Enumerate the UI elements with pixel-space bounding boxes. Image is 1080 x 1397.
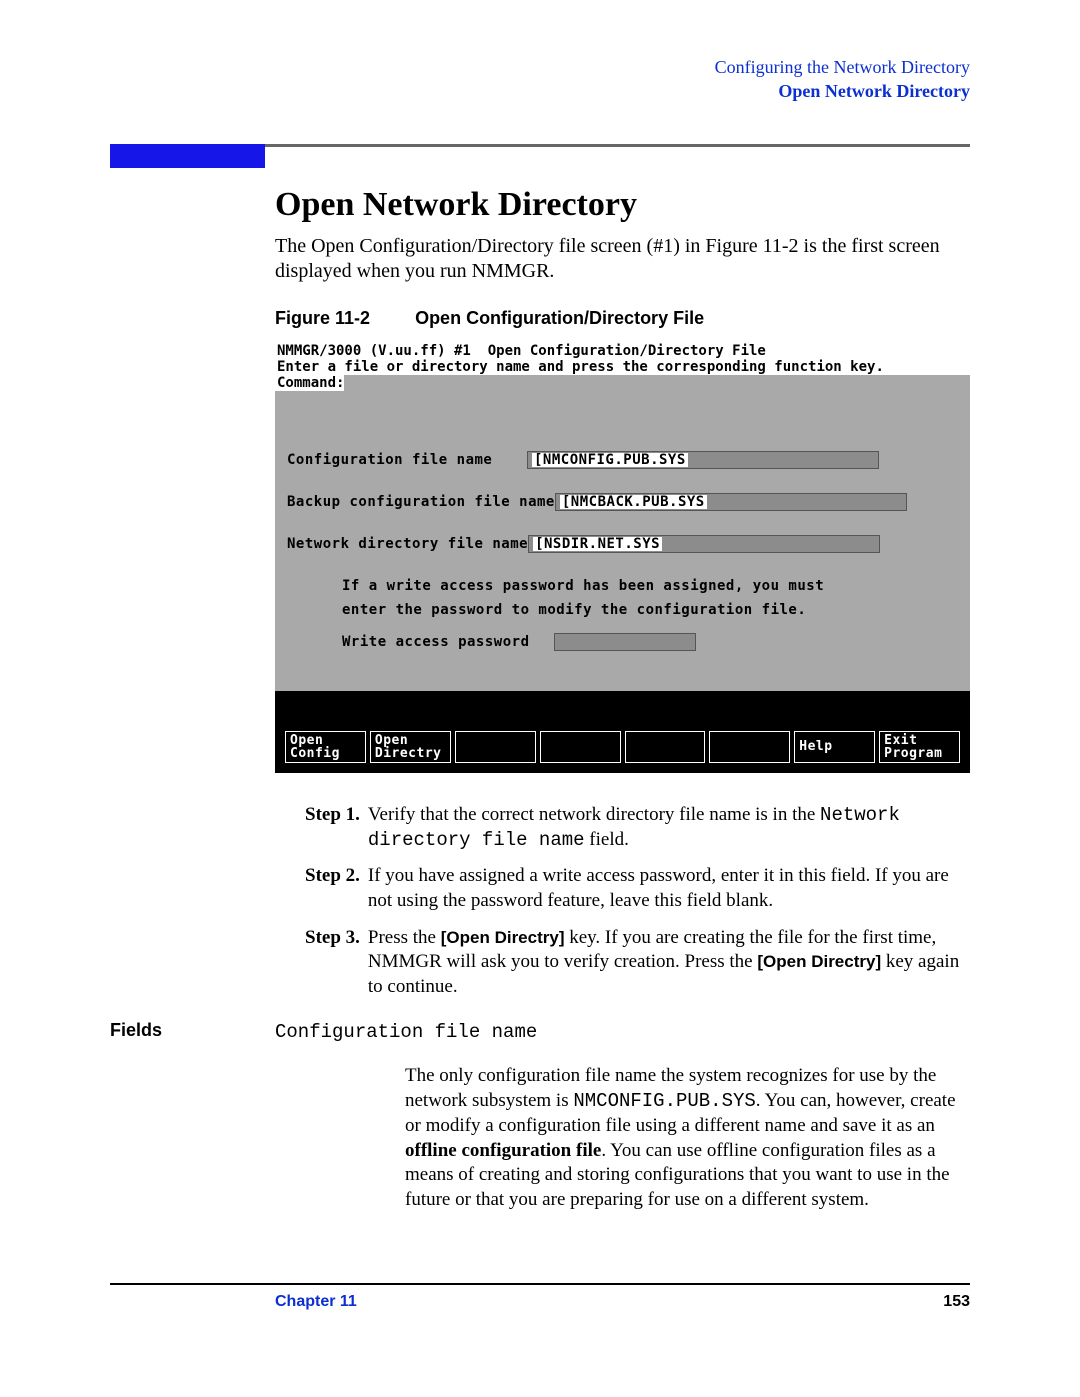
footer-divider: [110, 1283, 970, 1285]
divider-accent-block: [110, 144, 265, 168]
password-field[interactable]: [554, 633, 696, 651]
section-divider: [110, 144, 970, 168]
backup-file-label: Backup configuration file name: [287, 495, 555, 509]
password-label: Write access password: [342, 635, 530, 649]
terminal-title-bar: NMMGR/3000 (V.uu.ff) #1 Open Configurati…: [275, 343, 970, 359]
field-config-description: The only configuration file name the sys…: [405, 1064, 970, 1212]
fields-heading: Fields: [110, 1020, 275, 1213]
softkey-blank-6[interactable]: [709, 731, 790, 763]
config-file-value: [NMCONFIG.PUB.SYS: [532, 453, 688, 467]
terminal-hint-bar: Enter a file or directory name and press…: [275, 359, 970, 375]
terminal-screenshot: NMMGR/3000 (V.uu.ff) #1 Open Configurati…: [275, 343, 970, 773]
step-2: Step 2. If you have assigned a write acc…: [305, 864, 970, 913]
backup-file-row: Backup configuration file name [NMCBACK.…: [287, 493, 958, 511]
steps-block: Step 1. Verify that the correct network …: [305, 803, 970, 1000]
terminal-command-label: Command:: [275, 375, 344, 391]
terminal-command-line: Command:: [275, 375, 970, 391]
softkey-open-config[interactable]: Open Config: [285, 731, 366, 763]
footer-chapter: Chapter 11: [275, 1293, 357, 1311]
step-2-label: Step 2.: [305, 864, 360, 913]
step-3-text: Press the [Open Directry] key. If you ar…: [368, 926, 970, 1000]
password-note-line2: enter the password to modify the configu…: [342, 601, 958, 619]
softkey-strip: Open Config Open Directry: [275, 727, 970, 767]
page-header: Configuring the Network Directory Open N…: [110, 55, 970, 104]
page-footer: Chapter 11 153: [110, 1293, 970, 1317]
figure-caption: Figure 11-2 Open Configuration/Directory…: [275, 308, 970, 329]
step-3: Step 3. Press the [Open Directry] key. I…: [305, 926, 970, 1000]
document-page: Configuring the Network Directory Open N…: [0, 0, 1080, 1387]
figure-title: Open Configuration/Directory File: [415, 308, 704, 328]
softkey-exit-program[interactable]: Exit Program: [879, 731, 960, 763]
step-2-text: If you have assigned a write access pass…: [368, 864, 970, 913]
footer-page-number: 153: [943, 1293, 970, 1311]
softkey-blank-4[interactable]: [540, 731, 621, 763]
netdir-file-field[interactable]: [NSDIR.NET.SYS: [528, 535, 880, 553]
terminal-command-field[interactable]: [344, 375, 970, 391]
intro-paragraph: The Open Configuration/Directory file sc…: [275, 234, 970, 284]
password-note-line1: If a write access password has been assi…: [342, 577, 958, 595]
step-3-label: Step 3.: [305, 926, 360, 1000]
step-1: Step 1. Verify that the correct network …: [305, 803, 970, 852]
netdir-file-row: Network directory file name [NSDIR.NET.S…: [287, 535, 958, 553]
config-file-label: Configuration file name: [287, 453, 527, 467]
softkey-help[interactable]: Help: [794, 731, 875, 763]
softkey-blank-5[interactable]: [625, 731, 706, 763]
fields-section: Fields Configuration file name The only …: [275, 1020, 970, 1213]
netdir-file-label: Network directory file name: [287, 537, 528, 551]
fields-content: Configuration file name The only configu…: [275, 1020, 970, 1213]
config-file-field[interactable]: [NMCONFIG.PUB.SYS: [527, 451, 879, 469]
config-file-row: Configuration file name [NMCONFIG.PUB.SY…: [287, 451, 958, 469]
softkey-blank-3[interactable]: [455, 731, 536, 763]
main-content: Open Network Directory The Open Configur…: [275, 186, 970, 1213]
header-chapter-title: Configuring the Network Directory: [110, 55, 970, 79]
terminal-body: Configuration file name [NMCONFIG.PUB.SY…: [275, 391, 970, 691]
figure-number: Figure 11-2: [275, 308, 370, 328]
backup-file-field[interactable]: [NMCBACK.PUB.SYS: [555, 493, 907, 511]
header-section-title: Open Network Directory: [110, 79, 970, 103]
netdir-file-value: [NSDIR.NET.SYS: [533, 537, 662, 551]
step-1-label: Step 1.: [305, 803, 360, 852]
softkey-open-directry[interactable]: Open Directry: [370, 731, 451, 763]
step-1-text: Verify that the correct network director…: [368, 803, 970, 852]
password-row: Write access password: [342, 633, 958, 651]
backup-file-value: [NMCBACK.PUB.SYS: [560, 495, 707, 509]
divider-line: [265, 144, 970, 147]
section-heading: Open Network Directory: [275, 186, 970, 224]
field-config-name: Configuration file name: [275, 1020, 970, 1045]
